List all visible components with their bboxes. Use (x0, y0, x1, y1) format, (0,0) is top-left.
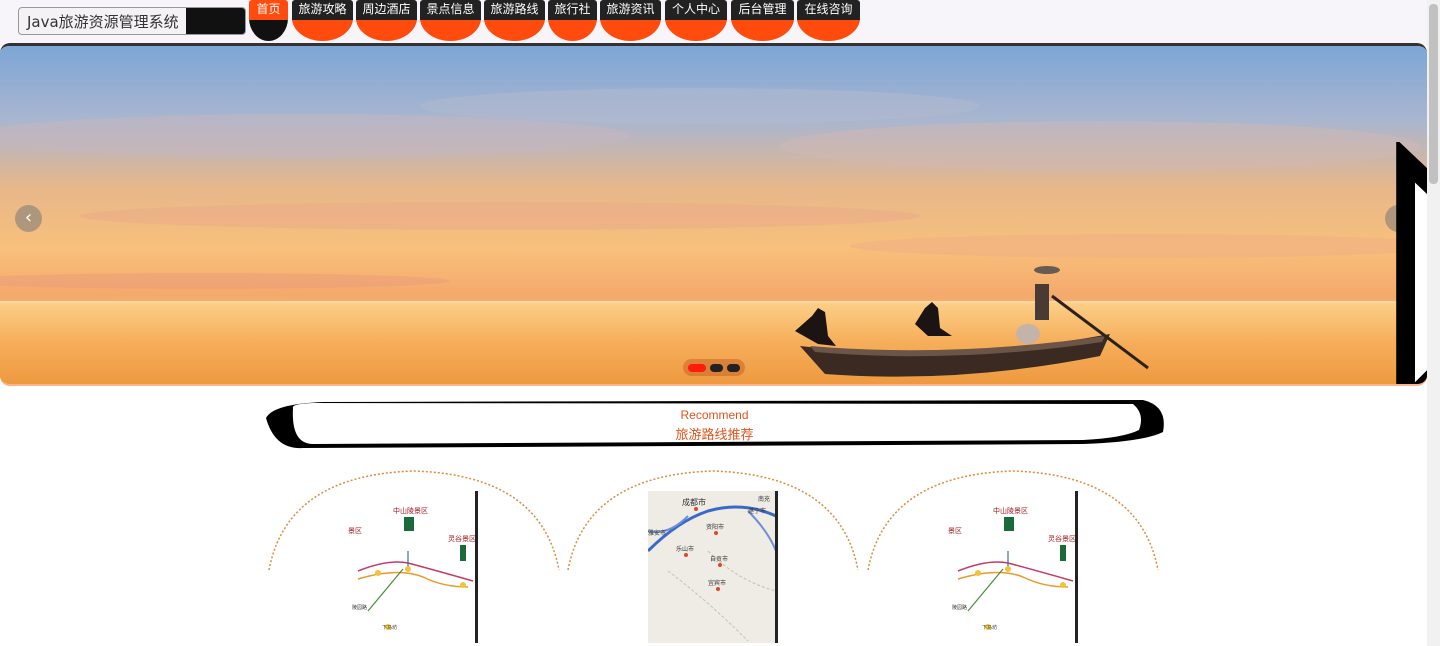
carousel-dot-2[interactable] (710, 363, 723, 372)
recommend-heading: Recommend 旅游路线推荐 (263, 398, 1166, 453)
svg-text:灵谷景区: 灵谷景区 (1048, 534, 1076, 543)
nav-drop (731, 18, 794, 41)
nav-drop (356, 18, 417, 41)
route-card-image[interactable]: 成都市 南充 遂宁市 资阳市 雅安市 乐山市 自贡市 宜宾市 (648, 491, 778, 643)
route-card-image[interactable]: 中山陵景区 灵谷景区 景区 陵园路 下马坊 (948, 491, 1078, 643)
nav-item-hotels[interactable]: 周边酒店 (356, 0, 417, 41)
svg-text:灵谷景区: 灵谷景区 (448, 534, 476, 543)
nav-label: 后台管理 (731, 0, 794, 20)
recommend-en-title: Recommend (680, 408, 749, 422)
nav-drop (665, 18, 727, 41)
nav-label: 旅游路线 (484, 0, 545, 20)
nav-item-admin[interactable]: 后台管理 (731, 0, 794, 41)
svg-text:下马坊: 下马坊 (982, 624, 997, 631)
route-card[interactable]: 成都市 南充 遂宁市 资阳市 雅安市 乐山市 自贡市 宜宾市 (566, 470, 860, 646)
svg-text:雅安市: 雅安市 (648, 529, 666, 537)
svg-text:下马坊: 下马坊 (382, 624, 397, 631)
header: Java旅游资源管理系统 首页 旅游攻略 周边酒店 景点信息 旅游路线 旅行社 (0, 0, 1427, 46)
nav-label: 旅游资讯 (600, 0, 661, 20)
brand-box[interactable]: Java旅游资源管理系统 (18, 7, 246, 35)
app-title: Java旅游资源管理系统 (27, 12, 179, 31)
nav-drop (797, 18, 860, 41)
nav-label: 周边酒店 (356, 0, 417, 20)
nav-label: 在线咨询 (797, 0, 860, 20)
carousel-dot-3[interactable] (727, 363, 740, 372)
carousel-prev-button[interactable]: ‹ (15, 205, 42, 232)
svg-text:乐山市: 乐山市 (676, 545, 694, 553)
recommend-cn-title: 旅游路线推荐 (675, 428, 754, 443)
nav-item-news[interactable]: 旅游资讯 (600, 0, 661, 41)
nav-drop (292, 18, 353, 41)
banner-carousel[interactable]: ‹ › (0, 43, 1427, 386)
nav-item-travel-guide[interactable]: 旅游攻略 (292, 0, 353, 41)
nav-item-scenic-spots[interactable]: 景点信息 (420, 0, 481, 41)
route-card[interactable]: 中山陵景区 灵谷景区 景区 陵园路 下马坊 (866, 470, 1160, 646)
page-scrollbar[interactable] (1427, 0, 1440, 646)
carousel-dot-1[interactable] (688, 363, 706, 372)
svg-text:宜宾市: 宜宾市 (708, 579, 726, 587)
svg-text:南充: 南充 (758, 495, 770, 503)
nav-drop (249, 18, 288, 41)
carousel-indicators (683, 359, 745, 376)
svg-text:中山陵景区: 中山陵景区 (393, 506, 428, 515)
nav-drop (600, 18, 661, 41)
svg-text:自贡市: 自贡市 (710, 555, 728, 563)
nav-item-agencies[interactable]: 旅行社 (548, 0, 597, 41)
nav-label: 个人中心 (665, 0, 727, 20)
scenic-map-icon: 中山陵景区 灵谷景区 景区 陵园路 下马坊 (948, 491, 1076, 643)
scrollbar-thumb[interactable] (1429, 4, 1438, 184)
nav-item-consult[interactable]: 在线咨询 (797, 0, 860, 41)
nav-label: 首页 (249, 0, 288, 20)
svg-text:中山陵景区: 中山陵景区 (993, 506, 1028, 515)
nav-drop (484, 18, 545, 41)
route-card-image[interactable]: 中山陵景区 灵谷景区 景区 陵园路 下马坊 (348, 491, 478, 643)
route-card[interactable]: 中山陵景区 灵谷景区 景区 陵园路 下马坊 (267, 470, 561, 646)
svg-text:遂宁市: 遂宁市 (748, 507, 766, 515)
svg-text:景区: 景区 (348, 527, 362, 535)
nav-label: 旅游攻略 (292, 0, 353, 20)
region-map-icon: 成都市 南充 遂宁市 资阳市 雅安市 乐山市 自贡市 宜宾市 (648, 491, 775, 643)
svg-text:资阳市: 资阳市 (706, 523, 724, 531)
svg-text:陵园路: 陵园路 (352, 604, 367, 611)
svg-text:陵园路: 陵园路 (952, 604, 967, 611)
nav-label: 旅行社 (548, 0, 597, 20)
nav-item-user-center[interactable]: 个人中心 (665, 0, 727, 41)
svg-text:景区: 景区 (948, 527, 962, 535)
nav-drop (420, 18, 481, 41)
chevron-left-icon: ‹ (24, 207, 33, 228)
mouse-cursor-icon (1396, 142, 1427, 384)
scenic-map-icon: 中山陵景区 灵谷景区 景区 陵园路 下马坊 (348, 491, 476, 643)
nav-drop (548, 18, 597, 41)
nav-item-home[interactable]: 首页 (249, 0, 288, 41)
brand-dark-block (185, 8, 245, 34)
nav-item-routes[interactable]: 旅游路线 (484, 0, 545, 41)
nav-label: 景点信息 (420, 0, 481, 20)
svg-text:成都市: 成都市 (682, 497, 706, 507)
